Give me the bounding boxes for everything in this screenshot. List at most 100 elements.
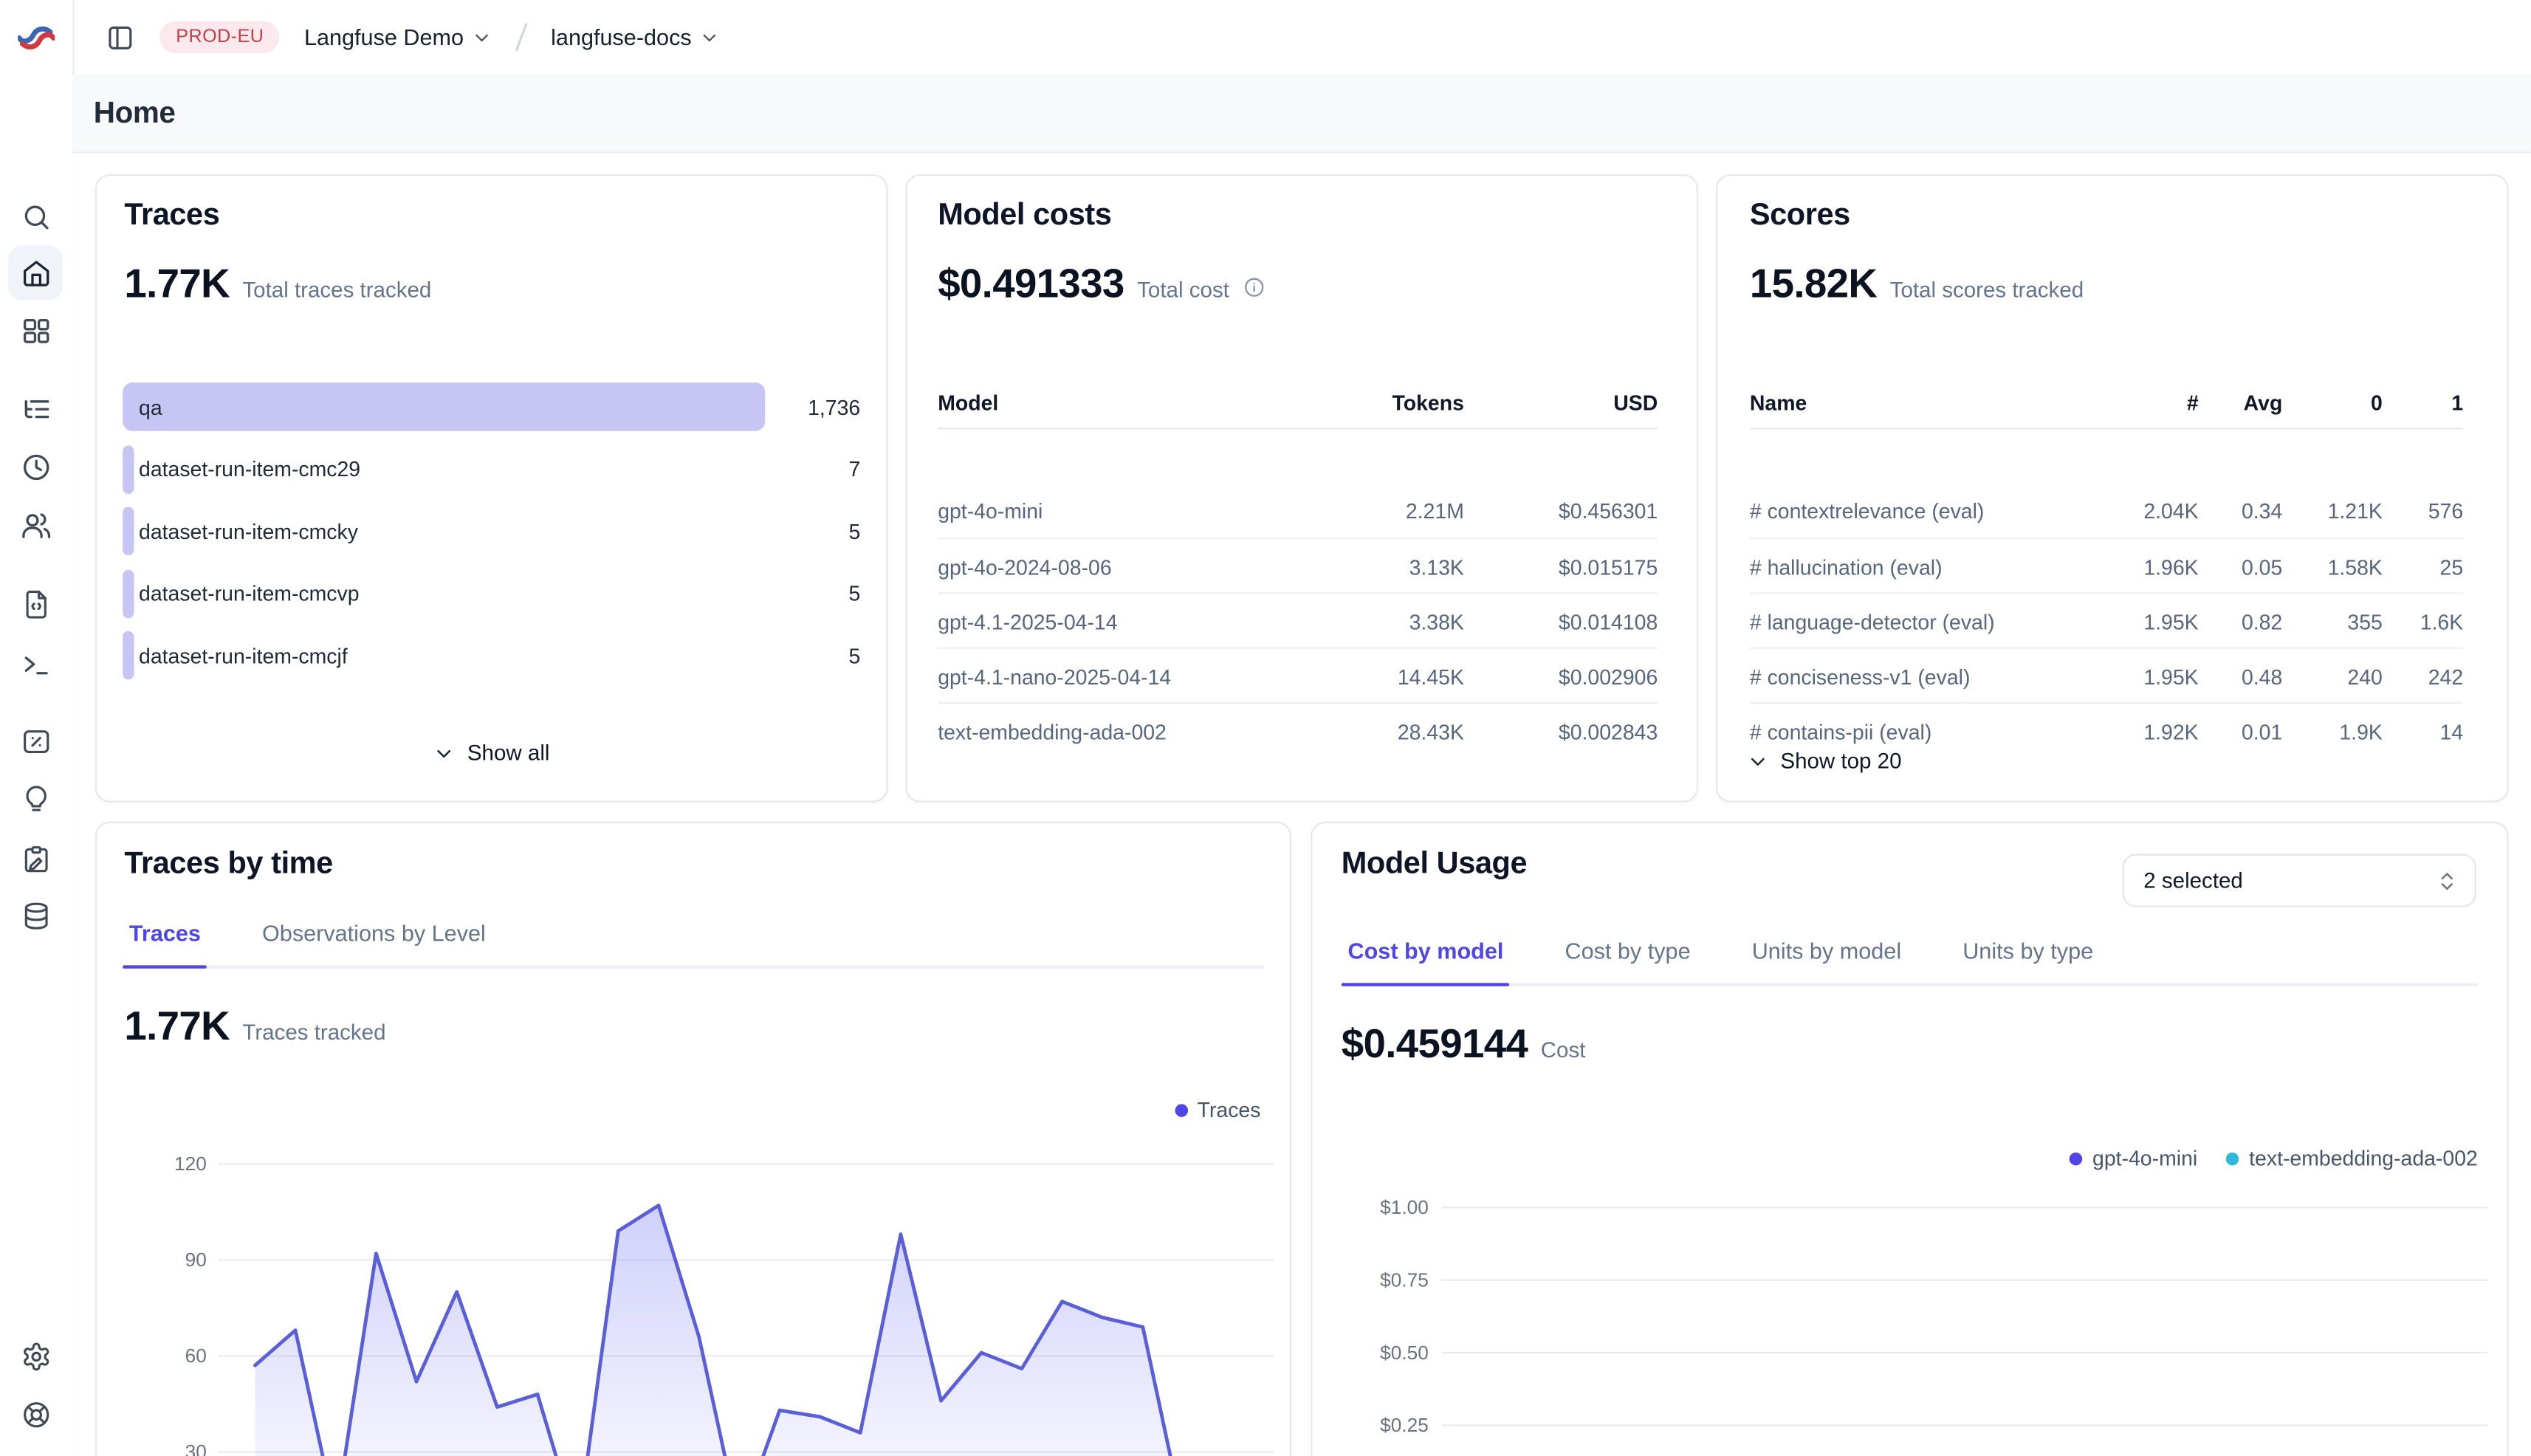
trace-bar-row[interactable]: dataset-run-item-cmcjf5 (123, 631, 860, 680)
table-row[interactable]: gpt-4.1-nano-2025-04-1414.45K$0.002906 (938, 648, 1658, 704)
page-header: Home (72, 75, 2531, 154)
sidebar-item-search[interactable] (8, 189, 63, 244)
sidebar-item-sessions[interactable] (8, 439, 63, 494)
tab-units-by-model[interactable]: Units by model (1745, 938, 1908, 983)
table-row[interactable]: # contextrelevance (eval)2.04K0.341.21K5… (1750, 483, 2463, 538)
tokens-value: 3.38K (1286, 609, 1463, 633)
trace-label: dataset-run-item-cmcvp (139, 569, 360, 618)
score-count: 1.95K (2101, 665, 2198, 689)
scores-card: Scores 15.82K Total scores tracked Name … (1716, 174, 2508, 802)
traces-area-chart: 120906030 (163, 1116, 1280, 1456)
model-usage-metric: $0.459144 Cost (1342, 1022, 1586, 1068)
panel-left-icon (106, 24, 133, 51)
life-buoy-icon (20, 1398, 51, 1429)
sidebar-item-home[interactable] (8, 245, 63, 300)
table-row[interactable]: # hallucination (eval)1.96K0.051.58K25 (1750, 538, 2463, 594)
col-tokens: Tokens (1286, 390, 1463, 414)
langfuse-home-page: PROD-EU Langfuse Demo langfuse-docs (0, 0, 2531, 1456)
chevron-down-icon (472, 27, 492, 47)
home-icon (20, 258, 51, 289)
traces-metric-label: Total traces tracked (242, 278, 431, 302)
scores-table-header: Name # Avg 0 1 (1750, 381, 2463, 423)
sidebar-item-prompts[interactable] (8, 576, 63, 631)
show-top-20-button[interactable]: Show top 20 (1746, 749, 1901, 773)
sidebar-item-support[interactable] (8, 1387, 63, 1441)
sidebar-item-annotation[interactable] (8, 831, 63, 886)
cost-line-chart: $1.00$0.75$0.50$0.25 (1358, 1132, 2497, 1456)
tab-units-by-type[interactable]: Units by type (1956, 938, 2099, 983)
trace-bar-row[interactable]: dataset-run-item-cmcvp 5 (123, 569, 860, 618)
trace-bar (123, 444, 134, 493)
sidebar-item-users[interactable] (8, 497, 63, 552)
card-title-traces: Traces (124, 199, 219, 234)
scores-metric-label: Total scores tracked (1890, 278, 2084, 302)
sidebar-item-settings[interactable] (8, 1328, 63, 1383)
app-logo[interactable] (0, 0, 75, 75)
chevron-down-icon (1746, 749, 1769, 772)
traces-by-time-tabs: Traces Observations by Level (123, 920, 1264, 969)
tab-cost-by-model[interactable]: Cost by model (1342, 938, 1510, 983)
trace-count: 5 (848, 631, 860, 680)
traces-card: Traces 1.77K Total traces tracked qa1,73… (95, 174, 887, 802)
project-switcher[interactable]: langfuse-docs (551, 24, 721, 50)
table-row[interactable]: gpt-4o-mini2.21M$0.456301 (938, 483, 1658, 538)
trace-bar-row[interactable]: qa1,736 (123, 382, 860, 431)
trace-bar (123, 382, 764, 431)
card-title-model-costs: Model costs (938, 199, 1111, 234)
chevron-down-icon (700, 27, 721, 47)
cost-label: Cost (1541, 1038, 1586, 1062)
sidebar-item-dashboards[interactable] (8, 303, 63, 358)
col-avg: Avg (2199, 390, 2283, 414)
col-model: Model (938, 390, 1286, 414)
score-name: # conciseness-v1 (eval) (1750, 665, 2102, 689)
traces-metric-value: 1.77K (124, 261, 230, 308)
trace-bar-row[interactable]: dataset-run-item-cmc297 (123, 444, 860, 493)
model-filter-value: 2 selected (2143, 868, 2436, 893)
project-name: langfuse-docs (551, 24, 692, 50)
score-zero: 1.9K (2282, 719, 2383, 744)
info-icon[interactable] (1242, 276, 1265, 299)
dashboard-content: Traces 1.77K Total traces tracked qa1,73… (72, 154, 2531, 1456)
table-row[interactable]: gpt-4o-2024-08-063.13K$0.015175 (938, 538, 1658, 594)
table-row[interactable]: text-embedding-ada-00228.43K$0.002843 (938, 702, 1658, 759)
chevrons-up-down-icon (2436, 869, 2459, 892)
tab-cost-by-type[interactable]: Cost by type (1559, 938, 1697, 983)
table-row[interactable]: gpt-4.1-2025-04-143.38K$0.014108 (938, 592, 1658, 649)
table-row[interactable]: # conciseness-v1 (eval)1.95K0.48240242 (1750, 648, 2463, 704)
lightbulb-icon (20, 783, 51, 814)
sidebar-item-playground[interactable] (8, 636, 63, 690)
score-avg: 0.82 (2199, 609, 2283, 633)
top-bar: PROD-EU Langfuse Demo langfuse-docs (0, 0, 2531, 76)
trace-count: 5 (848, 569, 860, 618)
y-axis-tick: $0.25 (1380, 1414, 1429, 1436)
tab-observations-by-level[interactable]: Observations by Level (255, 920, 492, 965)
model-costs-card: Model costs $0.491333 Total cost Model T… (905, 174, 1697, 802)
table-row[interactable]: # language-detector (eval)1.95K0.823551.… (1750, 592, 2463, 649)
y-axis-tick: 120 (174, 1153, 207, 1175)
sidebar-toggle-button[interactable] (98, 16, 140, 58)
trace-bar (123, 506, 134, 555)
list-tree-icon (20, 393, 51, 424)
org-switcher[interactable]: Langfuse Demo (304, 24, 492, 50)
model-name: gpt-4o-2024-08-06 (938, 554, 1286, 579)
show-all-button[interactable]: Show all (433, 741, 549, 765)
sidebar-item-insights[interactable] (8, 772, 63, 826)
trace-bar (123, 631, 134, 680)
model-filter-select[interactable]: 2 selected (2123, 854, 2476, 907)
trace-bar-row[interactable]: dataset-run-item-cmcky5 (123, 506, 860, 555)
tokens-value: 28.43K (1286, 719, 1463, 744)
model-costs-metric-label: Total cost (1137, 278, 1229, 302)
search-icon (20, 201, 51, 232)
sidebar-item-datasets[interactable] (8, 887, 63, 942)
sidebar-item-evaluations[interactable] (8, 713, 63, 768)
y-axis-tick: 90 (185, 1249, 207, 1271)
tab-traces[interactable]: Traces (123, 920, 207, 965)
sidebar-item-tracing[interactable] (8, 381, 63, 436)
model-costs-metric: $0.491333 Total cost (938, 261, 1265, 308)
file-code-icon (20, 588, 51, 619)
clipboard-pen-icon (20, 843, 51, 874)
trace-label: dataset-run-item-cmcky (139, 506, 358, 555)
col-zero: 0 (2282, 390, 2383, 414)
clock-icon (20, 451, 51, 482)
usd-value: $0.456301 (1464, 498, 1658, 522)
